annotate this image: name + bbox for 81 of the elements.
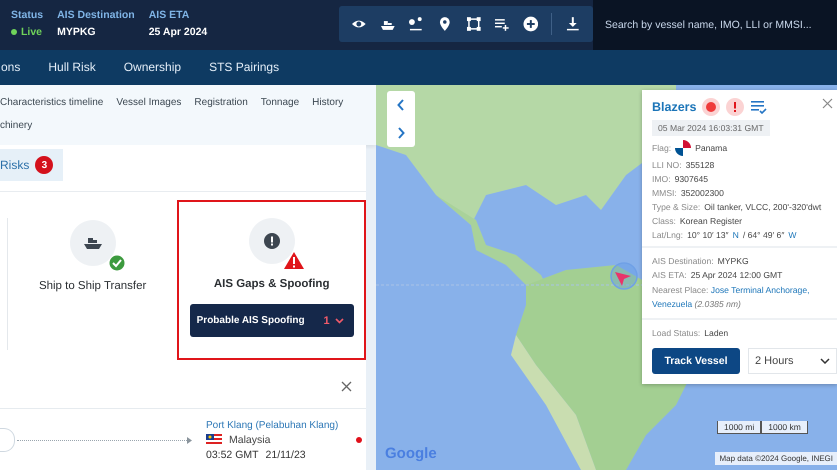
field-label: Lat/Lng: [652,230,684,240]
field-value: 352002300 [680,188,724,198]
nav-tab[interactable]: Ownership [124,52,182,84]
direction-link[interactable]: W [788,230,796,240]
status-dot-icon [702,98,720,116]
field-value: Panama [695,143,728,153]
field-label: MMSI: [652,188,677,198]
section-tab[interactable]: History [312,97,344,108]
count-badge: 3 [35,156,54,174]
close-icon[interactable] [822,98,833,109]
section-tab[interactable]: Registration [194,97,248,108]
section-tab[interactable]: Vessel Images [116,97,182,108]
destination-label: AIS Destination [57,9,135,21]
country-name: Malaysia [229,434,270,446]
list-check-icon[interactable] [750,99,768,115]
check-icon [108,254,126,272]
vessel-name: Blazers [652,100,696,114]
field-label: IMO: [652,174,671,184]
status-dot [356,437,362,443]
scale-bar: 1000 mi [717,421,762,434]
field-value: Laden [704,328,728,338]
timestamp: 05 Mar 2024 16:03:31 GMT [652,120,770,136]
field-value: 355128 [686,160,714,170]
vessel-marker-icon[interactable] [609,261,639,291]
flag-icon [675,140,692,156]
destination-value: MYPKG [57,26,97,38]
search-input[interactable]: Search by vessel name, IMO, LLI or MMSI... [605,19,837,31]
risk-title: Ship to Ship Transfer [38,280,146,292]
close-icon[interactable] [341,380,352,392]
coordinate: 10° 10′ 13″ [687,230,729,240]
arrival-date: 21/11/23 [266,448,306,460]
field-label: Type & Size: [652,202,700,212]
chevron-left-icon [397,99,405,111]
chevron-right-icon [397,127,405,139]
nearest-place-text: Nearest Place: Jose Terminal Anchorage, Venezuela (2.0385 nm) [652,284,810,311]
field-value: 25 Apr 2024 12:00 GMT [690,270,782,280]
field-value: MYPKG [718,256,749,266]
duration-select[interactable]: 2 Hours [748,348,837,374]
status-value: Live [11,26,44,38]
section-tab[interactable]: Tonnage [260,97,300,108]
section-tab[interactable]: Characteristics timeline [0,97,104,108]
risks-tab[interactable]: Risks 3 [0,149,64,181]
flag-icon [206,434,222,446]
plus-circle-icon[interactable] [522,16,538,32]
warning-icon [282,251,305,270]
port-link[interactable]: Port Klang (Pelabuhan Klang) [206,420,338,430]
nav-tab[interactable]: Hull Risk [48,52,96,84]
scale-bar: 1000 km [761,421,808,434]
playlist-add-icon[interactable] [494,16,510,32]
arrival-time: 03:52 GMT [206,448,259,460]
nav-tab[interactable]: STS Pairings [209,52,280,84]
chevron-down-icon [820,358,830,364]
coordinate: / 64° 49′ 6″ [742,230,784,240]
field-value: 9307645 [674,174,708,184]
field-label: AIS Destination: [652,256,714,266]
map-logo: Google [385,445,437,462]
status-label: Status [11,9,44,21]
track-vessel-button[interactable]: Track Vessel [652,348,740,374]
alert-icon [726,98,744,116]
chevron-down-icon [334,318,344,324]
crop-icon[interactable] [466,16,482,32]
search-field[interactable]: Search by vessel name, IMO, LLI or MMSI... [593,0,837,50]
direction-link[interactable]: N [732,230,739,240]
field-label: Load Status: [652,328,700,338]
exclamation-icon [264,233,280,249]
map-attribution: Map data ©2024 Google, INEGI [715,452,837,465]
section-tab[interactable]: chinery [0,120,32,131]
field-label: AIS ETA: [652,270,687,280]
eta-value: 25 Apr 2024 [148,26,208,38]
arrow-head-icon [187,436,192,444]
finding-dropdown[interactable]: Probable AIS Spoofing 1 [190,304,354,337]
field-label: LLI NO: [652,160,682,170]
field-value: Korean Register [680,216,742,226]
field-label: Flag: [652,143,672,153]
download-icon[interactable] [565,16,581,32]
field-value: Oil tanker, VLCC, 200'-320'dwt [704,202,822,212]
eta-label: AIS ETA [148,9,190,21]
ship-icon [82,235,104,251]
nav-tab[interactable]: ons [1,52,20,84]
risk-title: AIS Gaps & Spoofing [214,278,330,290]
field-label: Class: [652,216,676,226]
